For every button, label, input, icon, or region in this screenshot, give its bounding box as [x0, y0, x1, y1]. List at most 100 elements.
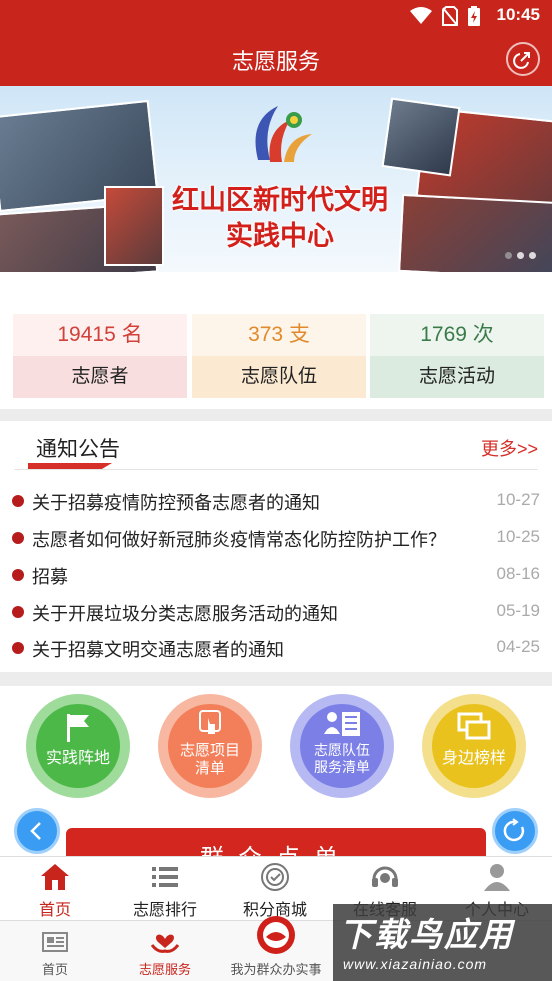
notice-date: 10-27 [496, 490, 540, 509]
tab-label: 首页 [38, 902, 71, 919]
no-sim-icon [442, 6, 458, 26]
refresh-fab[interactable] [492, 808, 538, 854]
heart-hands-icon [150, 934, 180, 953]
nav-volunteer-service[interactable]: 志愿服务 [110, 921, 220, 981]
share-icon [513, 52, 530, 69]
windows-icon [457, 712, 491, 740]
tab-points-mall[interactable]: 积分商城 [220, 857, 330, 921]
nav-label: 志愿服务 [138, 962, 191, 977]
person-icon [484, 864, 510, 891]
stat-activities[interactable]: 1769 次 志愿活动 [370, 314, 544, 398]
stat-value: 19415 名 [13, 314, 187, 356]
banner-photo [104, 186, 164, 266]
notice-heading: 通知公告 [36, 438, 120, 461]
service-label: 服务清单 [314, 759, 370, 775]
divider [14, 469, 538, 470]
page-title: 志愿服务 [231, 49, 320, 74]
tab-label: 志愿排行 [132, 902, 197, 919]
stat-value: 373 支 [192, 314, 366, 356]
watermark-title: 下载鸟应用 [339, 916, 514, 953]
notice-title: 志愿者如何做好新冠肺炎疫情常态化防控防护工作？ [32, 530, 446, 550]
service-role-models[interactable]: 身边榜样 [422, 694, 526, 798]
service-team-list[interactable]: 志愿队伍 服务清单 [290, 694, 394, 798]
app-header: 志愿服务 [0, 32, 552, 86]
notice-date: 05-19 [496, 601, 540, 620]
notice-item[interactable]: 志愿者如何做好新冠肺炎疫情常态化防控防护工作？ 10-25 [0, 520, 552, 556]
newspaper-icon [42, 932, 68, 952]
status-time: 10:45 [496, 5, 540, 24]
watermark: 下载鸟应用 www.xiazainiao.com [333, 904, 552, 981]
notice-date: 08-16 [496, 564, 540, 583]
chevron-left-icon [30, 822, 41, 840]
service-circle: 实践阵地 [36, 704, 120, 788]
stat-label: 志愿者 [13, 356, 187, 398]
notice-item[interactable]: 招募 08-16 [0, 557, 552, 593]
notice-item[interactable]: 关于开展垃圾分类志愿服务活动的通知 05-19 [0, 594, 552, 630]
bullet-icon [12, 495, 24, 507]
service-label: 志愿项目 [179, 742, 240, 759]
team-list-icon [324, 712, 360, 736]
service-label: 志愿队伍 [314, 742, 370, 758]
notice-title: 关于开展垃圾分类志愿服务活动的通知 [32, 604, 338, 624]
bullet-icon [12, 532, 24, 544]
banner-photo [398, 193, 552, 272]
service-label: 实践阵地 [45, 750, 110, 767]
badge-logo-icon [257, 916, 295, 954]
back-fab[interactable] [14, 808, 60, 854]
notice-section: 通知公告 更多>> 关于招募疫情防控预备志愿者的通知 10-27 志愿者如何做好… [0, 421, 552, 672]
stats-panel: 19415 名 志愿者 373 支 志愿队伍 1769 次 志愿活动 [0, 272, 552, 409]
stat-value: 1769 次 [370, 314, 544, 356]
mass-order-button[interactable]: 群众点单 [66, 828, 486, 858]
nav-label: 首页 [41, 962, 68, 977]
more-link[interactable]: 更多>> [481, 435, 538, 461]
banner-photo [381, 97, 461, 177]
banner-title-line2: 实践中心 [226, 221, 334, 251]
carousel-dot [505, 252, 512, 259]
notice-title: 招募 [32, 567, 68, 587]
notice-item[interactable]: 关于招募疫情防控预备志愿者的通知 10-27 [0, 483, 552, 519]
notice-title: 关于招募文明交通志愿者的通知 [32, 640, 284, 660]
refresh-icon [503, 818, 525, 842]
service-label: 身边榜样 [441, 750, 506, 767]
stat-label: 志愿活动 [370, 356, 544, 398]
touch-icon [199, 710, 221, 734]
tab-home[interactable]: 首页 [0, 857, 110, 921]
home-icon [41, 864, 69, 890]
stat-teams[interactable]: 373 支 志愿队伍 [192, 314, 366, 398]
nav-do-practical-things[interactable]: 我为群众办实事 [220, 916, 332, 981]
flag-icon [67, 714, 89, 742]
watermark-url: www.xiazainiao.com [343, 956, 488, 972]
status-icons [410, 6, 480, 26]
status-bar: 10:45 [0, 0, 552, 32]
headset-icon [372, 866, 398, 887]
points-mall-icon [261, 863, 289, 891]
stat-label: 志愿队伍 [192, 356, 366, 398]
service-grid: 实践阵地 志愿项目 清单 志愿队伍 服务清单 身边榜样 [0, 686, 552, 804]
stat-volunteers[interactable]: 19415 名 志愿者 [13, 314, 187, 398]
bullet-icon [12, 606, 24, 618]
bullet-icon [12, 642, 24, 654]
service-circle: 志愿队伍 服务清单 [300, 704, 384, 788]
service-circle: 身边榜样 [432, 704, 516, 788]
ranking-list-icon [152, 867, 178, 887]
wifi-icon [410, 7, 432, 24]
battery-charging-icon [468, 6, 480, 26]
notice-date: 04-25 [496, 637, 540, 656]
service-label: 清单 [194, 760, 225, 777]
nav-home[interactable]: 首页 [0, 921, 110, 981]
service-practice-base[interactable]: 实践阵地 [26, 694, 130, 798]
carousel-dot [517, 252, 524, 259]
notice-item[interactable]: 关于招募文明交通志愿者的通知 04-25 [0, 630, 552, 666]
nav-label: 我为群众办实事 [230, 962, 322, 977]
bullet-icon [12, 569, 24, 581]
service-project-list[interactable]: 志愿项目 清单 [158, 694, 262, 798]
banner-carousel[interactable]: 红山区新时代文明 实践中心 [0, 86, 552, 272]
share-button[interactable] [506, 42, 540, 76]
mass-order-label: 群众点单 [66, 838, 486, 858]
tab-ranking[interactable]: 志愿排行 [110, 857, 220, 921]
logo-icon [255, 106, 312, 162]
carousel-dot [529, 252, 536, 259]
service-circle: 志愿项目 清单 [168, 704, 252, 788]
carousel-indicator [505, 252, 536, 259]
notice-title: 关于招募疫情防控预备志愿者的通知 [32, 493, 320, 513]
